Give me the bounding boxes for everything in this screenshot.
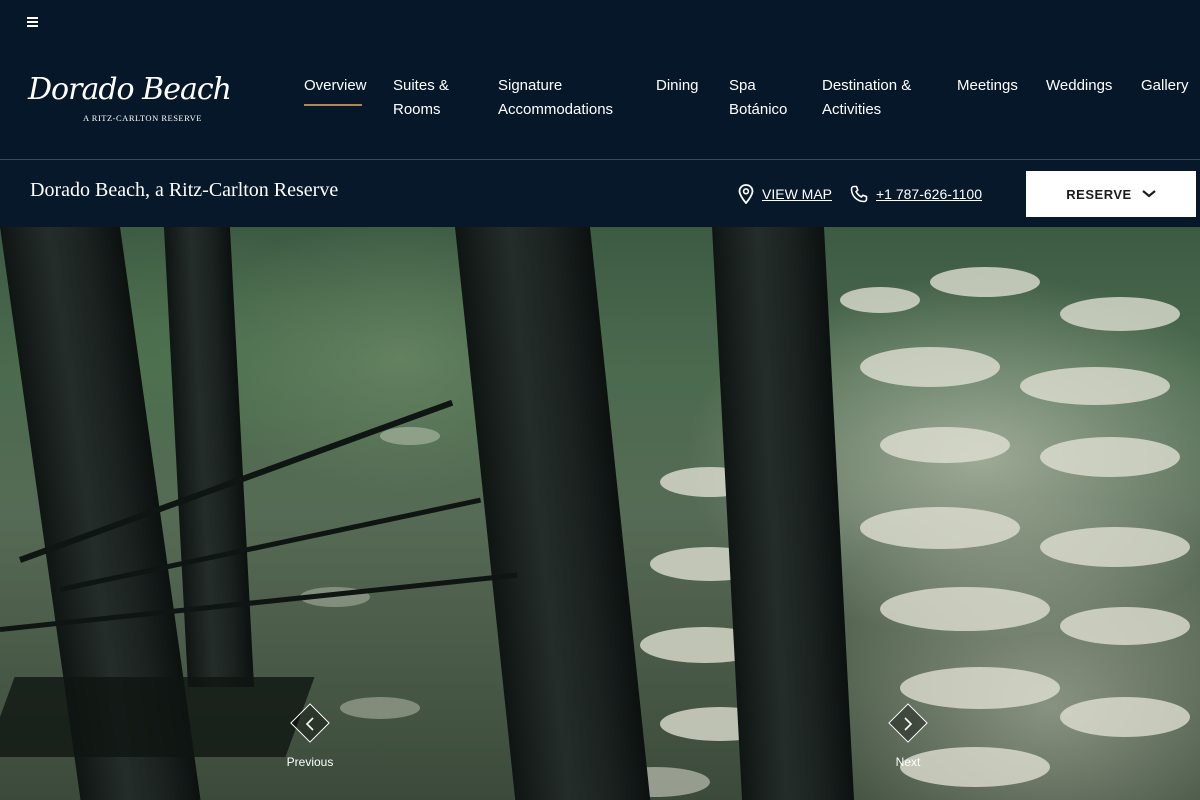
- property-bar: Dorado Beach, a Ritz-Carlton Reserve VIE…: [0, 159, 1200, 227]
- nav-item-gallery[interactable]: Gallery: [1141, 74, 1199, 98]
- logo-subtitle: A RITZ-CARLTON RESERVE: [83, 113, 202, 123]
- nav-item-spa-botanico[interactable]: Spa Botánico: [729, 74, 799, 122]
- next-slide-button[interactable]: Next: [878, 703, 938, 775]
- previous-slide-button[interactable]: Previous: [280, 703, 340, 775]
- reserve-button[interactable]: RESERVE: [1026, 171, 1196, 217]
- next-label: Next: [895, 755, 921, 769]
- reserve-label: RESERVE: [1066, 186, 1132, 202]
- nav-item-signature-accommodations[interactable]: Signature Accommodations: [498, 74, 628, 122]
- logo-title: Dorado Beach: [28, 72, 232, 107]
- nav-item-dining[interactable]: Dining: [656, 74, 716, 98]
- phone-icon: [850, 185, 868, 203]
- hero-image: Previous Next: [0, 227, 1200, 800]
- site-header: Dorado Beach A RITZ-CARLTON RESERVE Over…: [0, 0, 1200, 159]
- nav-item-destination-activities[interactable]: Destination & Activities: [822, 74, 922, 122]
- previous-label: Previous: [286, 755, 334, 769]
- phone-link[interactable]: +1 787-626-1100: [850, 182, 982, 206]
- chevron-right-icon: [904, 717, 913, 731]
- view-map-link[interactable]: VIEW MAP: [738, 182, 832, 206]
- nav-item-weddings[interactable]: Weddings: [1046, 74, 1126, 98]
- nav-item-overview[interactable]: Overview: [304, 74, 384, 106]
- location-pin-icon: [738, 184, 754, 204]
- chevron-down-icon: [1141, 190, 1156, 198]
- menu-icon[interactable]: [24, 12, 42, 30]
- view-map-label: VIEW MAP: [762, 186, 833, 202]
- nav-item-meetings[interactable]: Meetings: [957, 74, 1037, 98]
- logo[interactable]: Dorado Beach A RITZ-CARLTON RESERVE: [28, 72, 234, 126]
- property-name: Dorado Beach, a Ritz-Carlton Reserve: [30, 179, 339, 201]
- chevron-left-icon: [305, 717, 314, 731]
- phone-number: +1 787-626-1100: [876, 186, 982, 202]
- nav-item-suites-rooms[interactable]: Suites & Rooms: [393, 74, 463, 122]
